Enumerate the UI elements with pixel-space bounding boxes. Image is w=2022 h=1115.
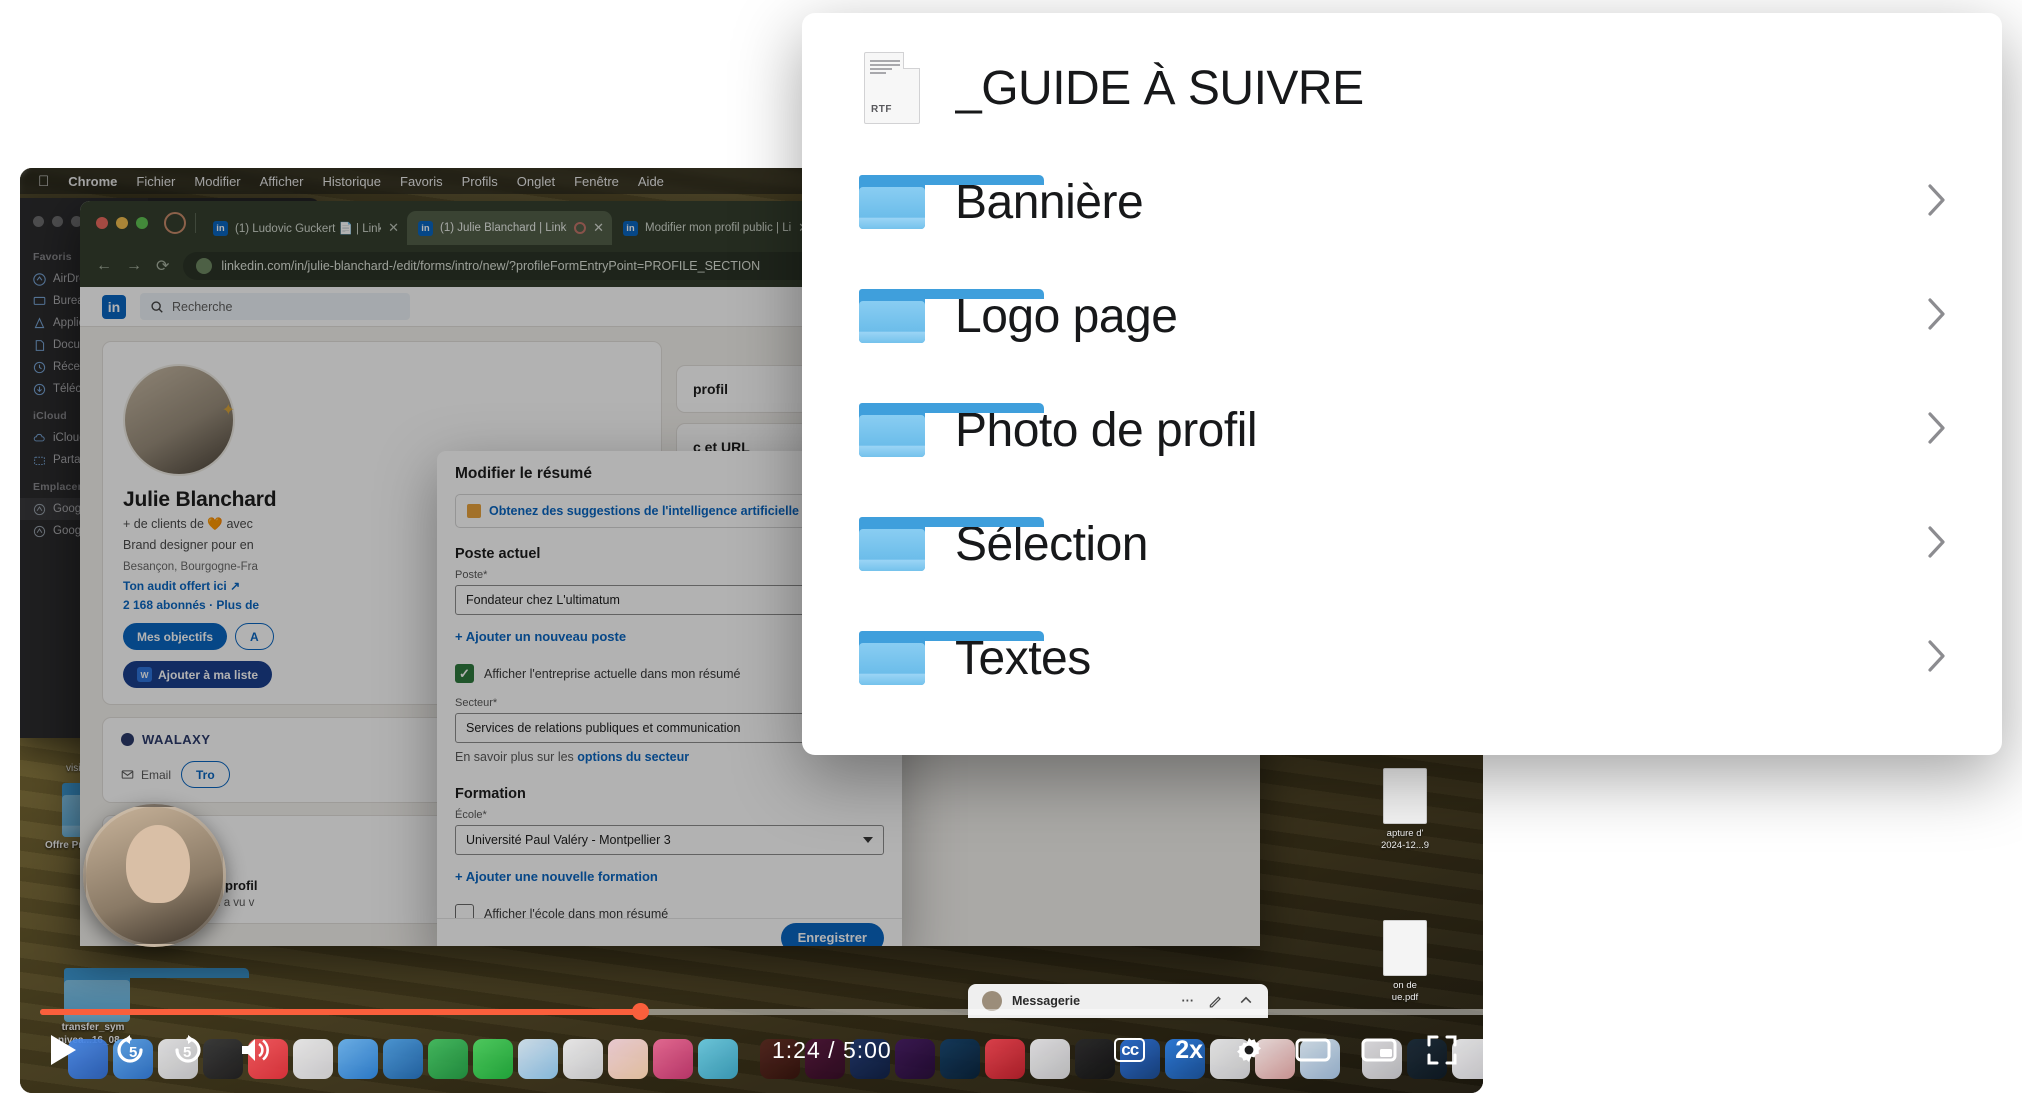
folder-icon <box>857 277 1044 355</box>
messaging-title: Messagerie <box>1012 994 1081 1008</box>
rewind-5-label: 5 <box>129 1044 138 1061</box>
theater-mode-button[interactable] <box>1295 1037 1331 1063</box>
rtf-file-icon: RTF <box>857 49 927 127</box>
chevron-right-icon[interactable] <box>1924 522 1950 567</box>
rewind-5-button[interactable]: 5 <box>110 1035 144 1065</box>
webcam-face <box>126 825 190 903</box>
gallery-item-guide[interactable]: RTF _GUIDE À SUIVRE <box>802 31 2002 145</box>
file-thumb-label: on de ue.pdf <box>1391 980 1419 1003</box>
chevron-right-icon[interactable] <box>1924 408 1950 453</box>
folder-icon <box>857 391 1044 469</box>
picture-in-picture-button[interactable] <box>1361 1037 1397 1063</box>
file-thumb-1[interactable]: on de ue.pdf <box>1379 920 1431 1004</box>
screenshot-root:  Chrome Fichier Modifier Afficher Histo… <box>0 0 2022 1115</box>
volume-button[interactable] <box>238 1035 272 1065</box>
file-thumb-label: apture d' 2024-12...9 <box>1380 828 1430 851</box>
captions-button[interactable]: cc <box>1114 1038 1146 1062</box>
compose-icon[interactable] <box>1208 993 1224 1009</box>
rtf-badge-label: RTF <box>871 104 892 115</box>
gallery-item-textes[interactable]: Textes <box>802 601 2002 715</box>
play-button[interactable] <box>46 1032 80 1068</box>
total-duration: 5:00 <box>842 1036 892 1063</box>
settings-button[interactable] <box>1233 1034 1265 1066</box>
chevron-right-icon[interactable] <box>1924 180 1950 225</box>
folder-icon <box>857 619 1044 697</box>
chevron-right-icon[interactable] <box>1924 636 1950 681</box>
video-player-controls: 5 5 1:24 / 5:00 cc 2x <box>20 1010 1483 1090</box>
folder-icon <box>857 505 1044 583</box>
document-icon <box>1383 920 1427 976</box>
webcam-bubble[interactable] <box>83 804 226 947</box>
avatar <box>982 991 1002 1011</box>
more-options-icon[interactable]: ··· <box>1182 994 1195 1008</box>
gallery-item-logo-page[interactable]: Logo page <box>802 259 2002 373</box>
video-timecode: 1:24 / 5:00 <box>772 1037 892 1064</box>
document-icon <box>1383 768 1427 824</box>
gallery-item-selection[interactable]: Sélection <box>802 487 2002 601</box>
messaging-tools: ··· <box>1182 993 1255 1009</box>
current-time: 1:24 <box>772 1036 821 1063</box>
file-thumb-0[interactable]: apture d' 2024-12...9 <box>1379 768 1431 852</box>
chevron-up-icon[interactable] <box>1238 993 1254 1009</box>
playback-speed-button[interactable]: 2x <box>1175 1036 1203 1065</box>
player-right-controls: cc 2x <box>1114 1034 1457 1066</box>
chevron-right-icon[interactable] <box>1924 294 1950 339</box>
finder-gallery-window[interactable]: RTF _GUIDE À SUIVRE Bannière Logo page P… <box>802 13 2002 755</box>
forward-5-label: 5 <box>183 1044 192 1061</box>
folder-icon <box>857 163 1044 241</box>
gallery-item-name: _GUIDE À SUIVRE <box>955 61 1364 115</box>
time-separator: / <box>828 1036 836 1063</box>
fullscreen-button[interactable] <box>1427 1035 1457 1065</box>
gallery-item-banniere[interactable]: Bannière <box>802 145 2002 259</box>
gallery-item-photo-de-profil[interactable]: Photo de profil <box>802 373 2002 487</box>
forward-5-button[interactable]: 5 <box>174 1035 208 1065</box>
